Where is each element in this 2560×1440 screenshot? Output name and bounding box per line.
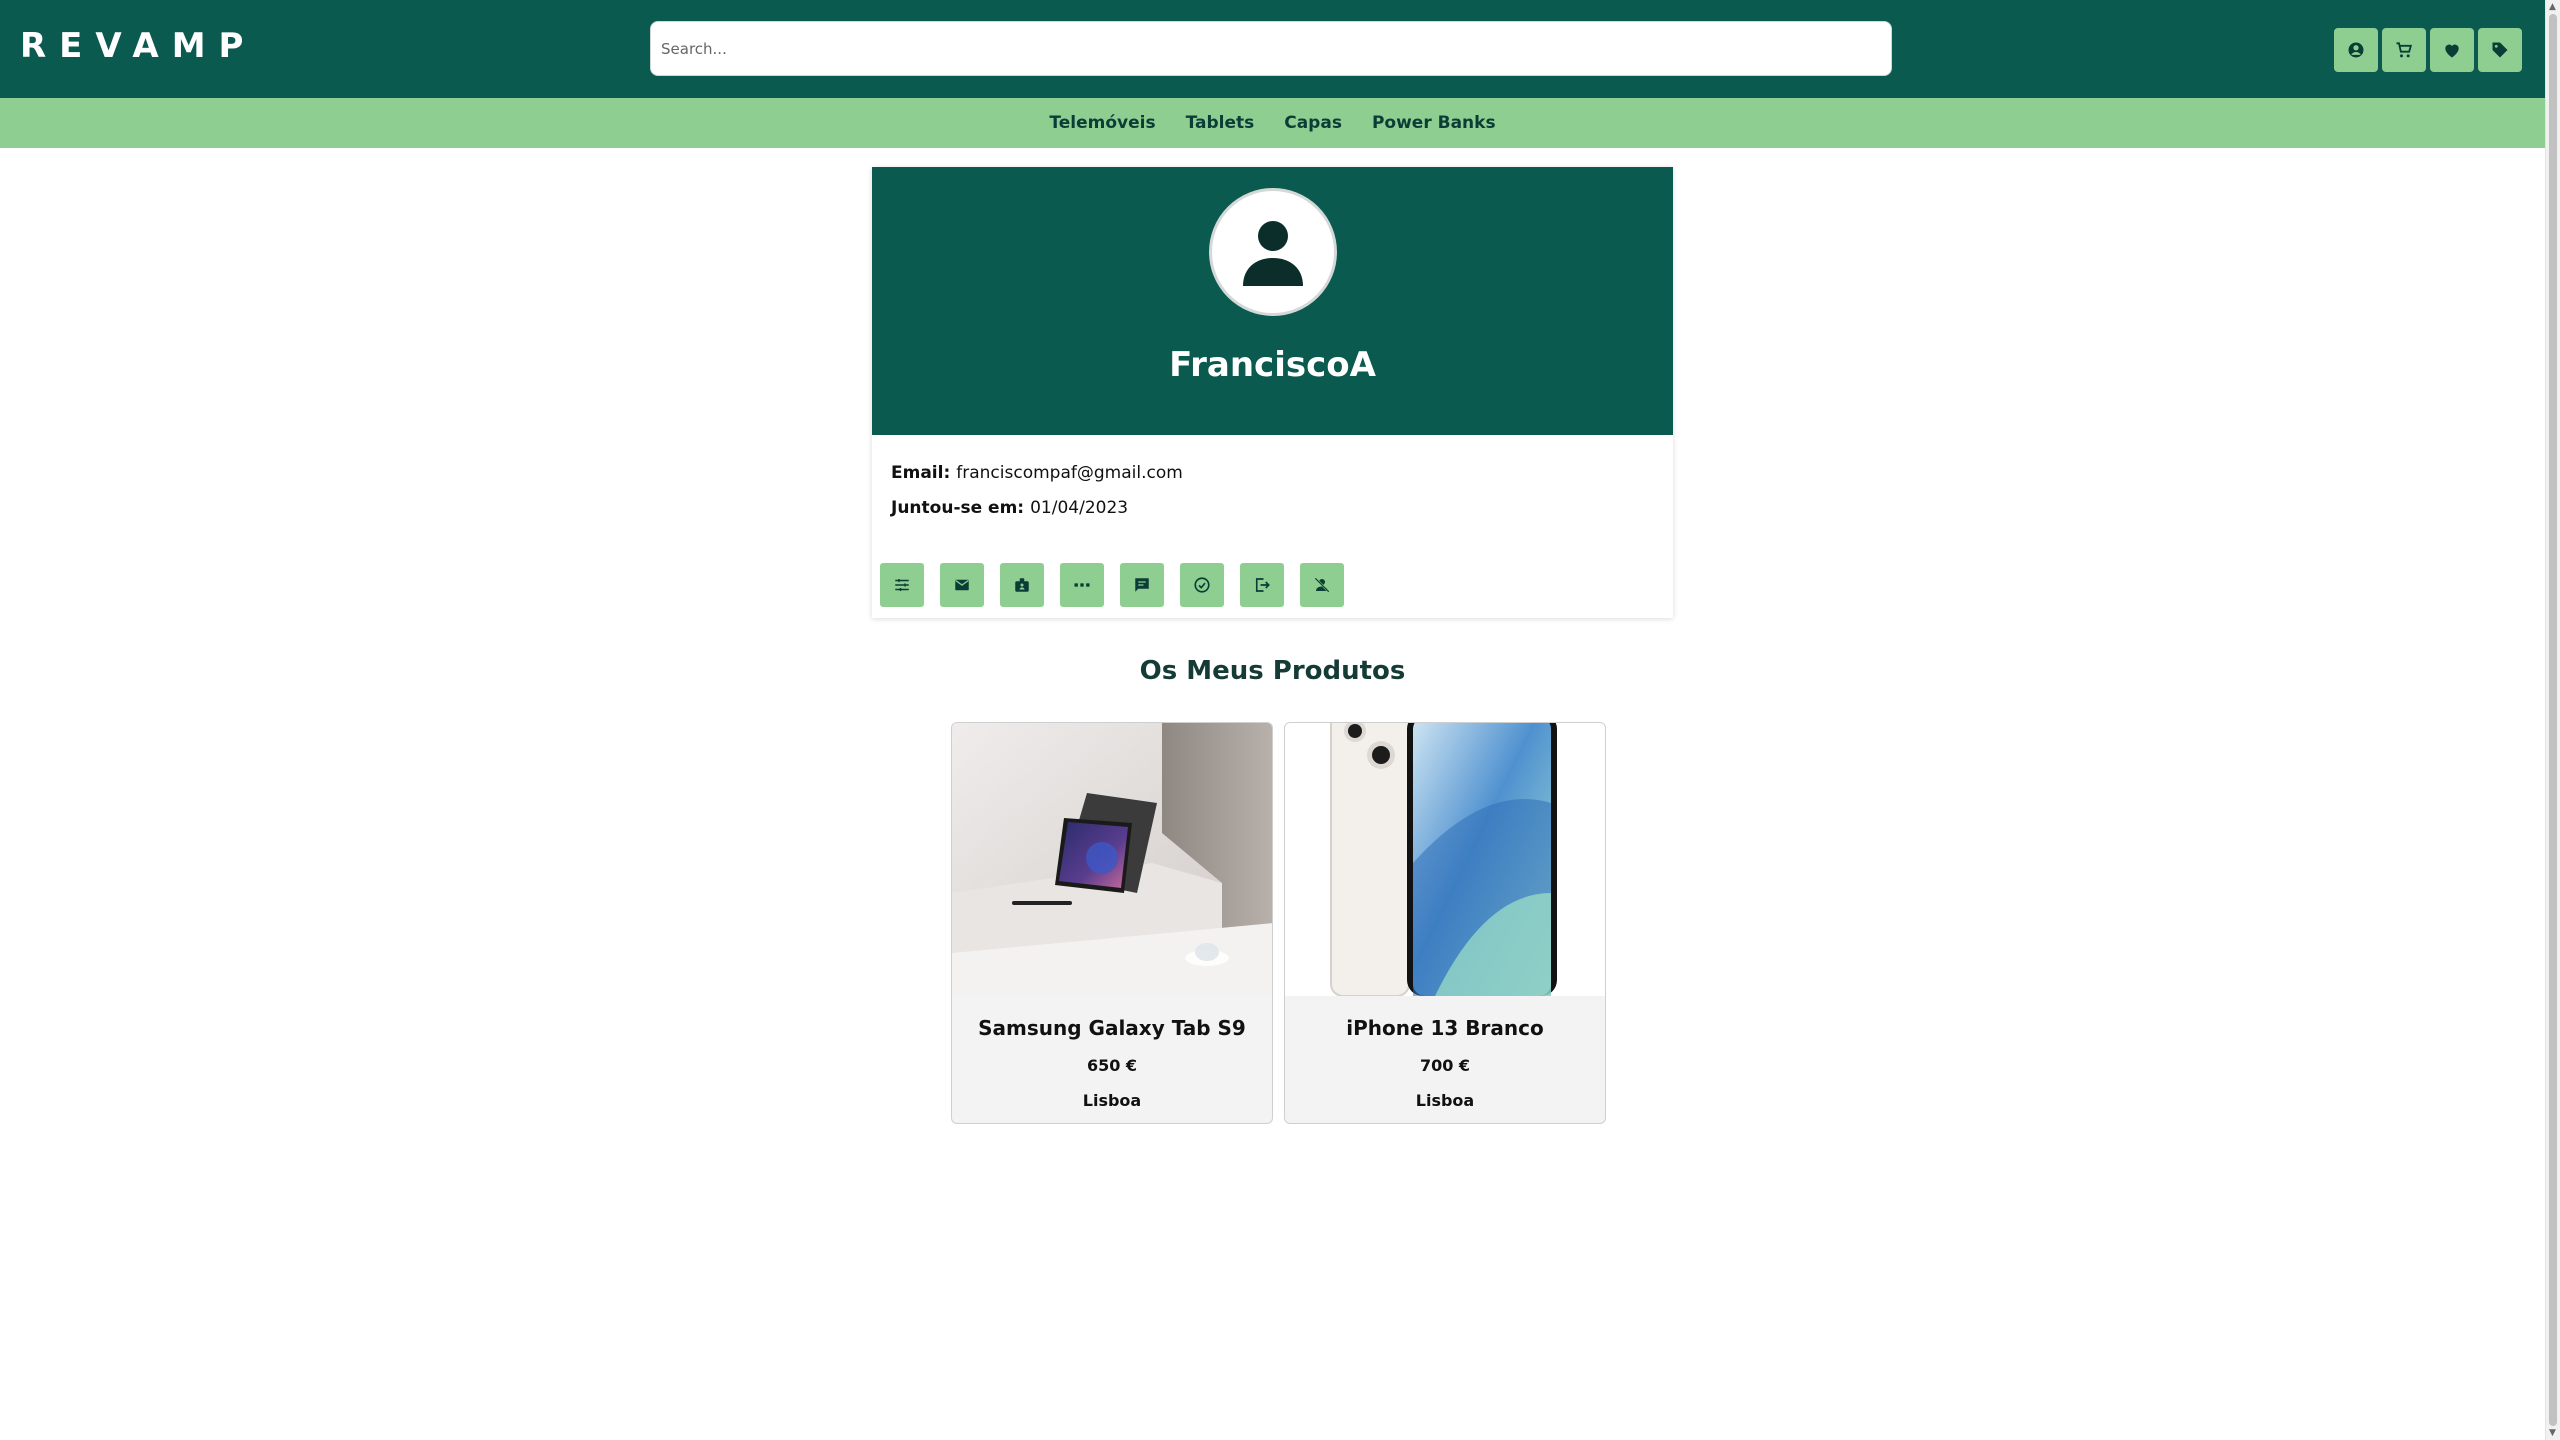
profile-header: FranciscoA <box>872 167 1673 435</box>
joined-row: Juntou-se em: 01/04/2023 <box>891 498 1654 533</box>
product-name[interactable]: Samsung Galaxy Tab S9 <box>952 1016 1272 1040</box>
joined-label: Juntou-se em: <box>891 498 1025 518</box>
tune-icon[interactable] <box>880 563 924 607</box>
tag-icon[interactable] <box>2478 28 2522 72</box>
joined-value: 01/04/2023 <box>1030 498 1129 518</box>
dots-icon[interactable] <box>1060 563 1104 607</box>
scroll-up-icon[interactable]: ▲ <box>2549 2 2556 12</box>
product-location: Lisboa <box>1082 1091 1142 1110</box>
search-input[interactable] <box>650 21 1892 76</box>
account-icon[interactable] <box>2334 28 2378 72</box>
profile-card: FranciscoA Email: franciscompaf@gmail.com… <box>872 167 1673 618</box>
product-card[interactable]: iPhone 13 Branco 700 € Lisboa <box>1284 722 1606 1124</box>
check-circle-icon[interactable] <box>1180 563 1224 607</box>
mail-icon[interactable] <box>940 563 984 607</box>
my-products-title: Os Meus Produtos <box>1139 656 1406 686</box>
category-telemoveis[interactable]: Telemóveis <box>1049 113 1155 133</box>
username: FranciscoA <box>1169 345 1376 385</box>
scrollbar[interactable]: ▲ ▼ <box>2545 0 2560 1440</box>
chat-icon[interactable] <box>1120 563 1164 607</box>
avatar <box>1209 188 1337 316</box>
top-bar: REVAMP <box>0 0 2545 98</box>
profile-info: Email: franciscompaf@gmail.com Juntou-se … <box>872 435 1673 533</box>
email-row: Email: franciscompaf@gmail.com <box>891 463 1654 498</box>
header-actions <box>2334 28 2522 72</box>
profile-actions <box>880 563 1344 607</box>
cart-icon[interactable] <box>2382 28 2426 72</box>
category-nav: Telemóveis Tablets Capas Power Banks <box>0 98 2545 148</box>
category-tablets[interactable]: Tablets <box>1186 113 1255 133</box>
page: REVAMP Telemóveis Tablets Capas Power Ba… <box>0 0 2545 1440</box>
badge-icon[interactable] <box>1000 563 1044 607</box>
logo[interactable]: REVAMP <box>20 26 256 66</box>
scrollbar-thumb[interactable] <box>2549 14 2557 1426</box>
product-image-tablet[interactable] <box>952 723 1272 996</box>
product-location: Lisboa <box>1415 1091 1475 1110</box>
category-power-banks[interactable]: Power Banks <box>1372 113 1496 133</box>
product-card[interactable]: Samsung Galaxy Tab S9 650 € Lisboa <box>951 722 1273 1124</box>
delete-user-icon[interactable] <box>1300 563 1344 607</box>
product-price: 700 € <box>1419 1056 1471 1075</box>
product-price: 650 € <box>1086 1056 1138 1075</box>
product-image-phone[interactable] <box>1285 723 1605 996</box>
logout-icon[interactable] <box>1240 563 1284 607</box>
email-label: Email: <box>891 463 951 483</box>
scroll-down-icon[interactable]: ▼ <box>2549 1428 2556 1438</box>
email-value: franciscompaf@gmail.com <box>956 463 1183 483</box>
person-icon <box>1243 221 1303 286</box>
product-name[interactable]: iPhone 13 Branco <box>1285 1016 1605 1040</box>
heart-icon[interactable] <box>2430 28 2474 72</box>
category-capas[interactable]: Capas <box>1284 113 1342 133</box>
product-list: Samsung Galaxy Tab S9 650 € Lisboa iPhon… <box>951 722 1606 1124</box>
